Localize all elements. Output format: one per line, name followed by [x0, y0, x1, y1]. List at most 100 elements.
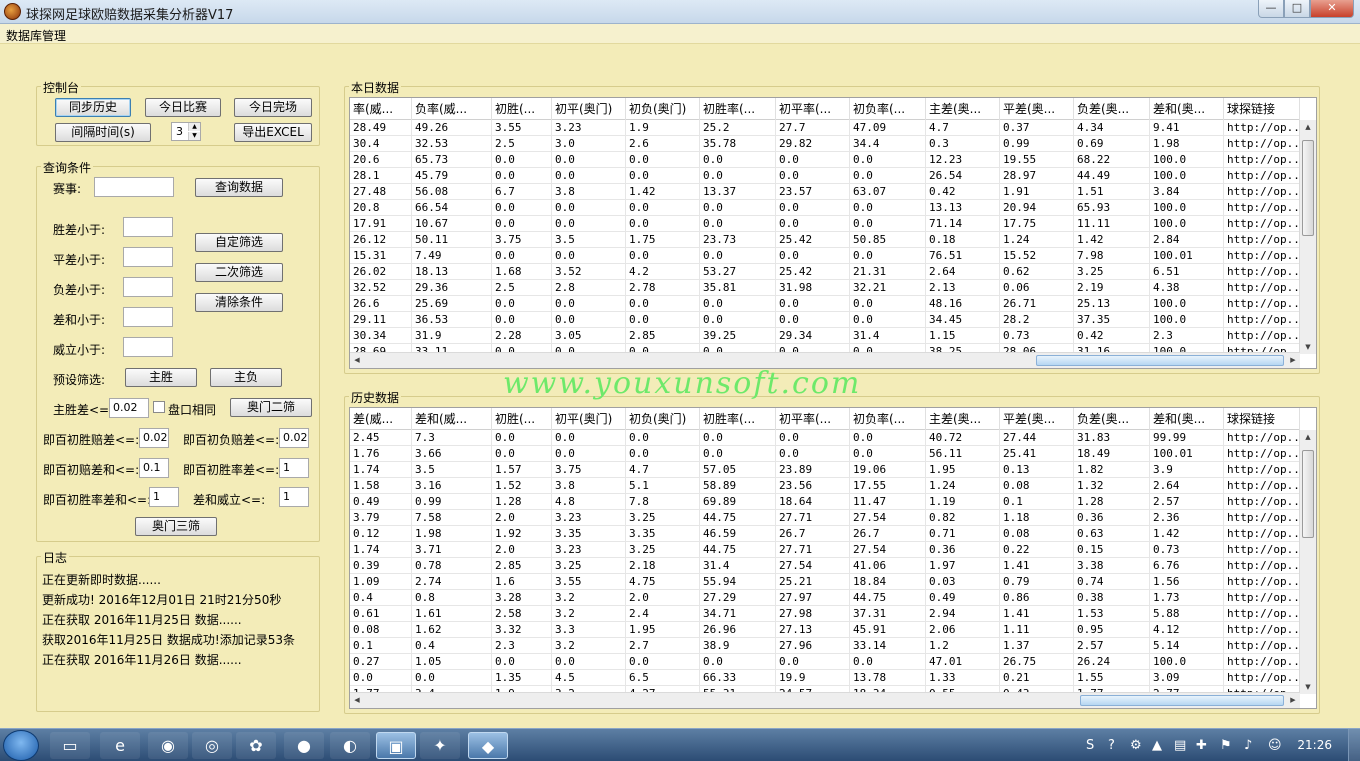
column-header[interactable]: 球探链接 [1224, 408, 1300, 430]
sync-history-button[interactable]: 同步历史 [55, 98, 131, 117]
image-viewer-icon[interactable]: ▣ [376, 732, 416, 759]
today-data-grid[interactable]: 率(威... 负率(威... 初胜(... 初平(奥门) 初负(奥门) 初胜率(... 初平… [349, 97, 1317, 369]
preset-home-loss-button[interactable]: 主负 [210, 368, 282, 387]
table-row[interactable]: 17.91 10.67 0.0 0.0 0.0 0.0 0.0 0.0 71.14 17.75 11… [350, 216, 1300, 232]
scroll-left-icon[interactable]: ◀ [350, 693, 364, 708]
column-header[interactable]: 差和(威... [412, 408, 492, 430]
interval-button[interactable]: 间隔时间(s) [55, 123, 151, 142]
volume-icon[interactable]: ♪ [1244, 738, 1252, 753]
table-row[interactable]: 30.4 32.53 2.5 3.0 2.6 35.78 29.82 34.4 0.3 0.99 0… [350, 136, 1300, 152]
table-row[interactable]: 30.34 31.9 2.28 3.05 2.85 39.25 29.34 31.4 1.15 0… [350, 328, 1300, 344]
scroll-right-icon[interactable]: ▶ [1286, 353, 1300, 368]
query-data-button[interactable]: 查询数据 [195, 178, 283, 197]
table-row[interactable]: 1.76 3.66 0.0 0.0 0.0 0.0 0.0 0.0 56.11 25.41 18.4… [350, 446, 1300, 462]
table-row[interactable]: 26.12 50.11 3.75 3.5 1.75 23.73 25.42 50.85 0.18… [350, 232, 1300, 248]
column-header[interactable]: 差和(奥... [1150, 408, 1224, 430]
tray-expand-icon[interactable]: ▲ [1152, 738, 1162, 753]
ie-icon[interactable]: e [100, 732, 140, 759]
history-data-grid[interactable]: 差(威... 差和(威... 初胜(... 初平(奥门) 初负(奥门) 初胜率(... 初平… [349, 407, 1317, 709]
table-row[interactable]: 15.31 7.49 0.0 0.0 0.0 0.0 0.0 0.0 76.51 15.52 7.9… [350, 248, 1300, 264]
custom-filter-button[interactable]: 自定筛选 [195, 233, 283, 252]
help-icon[interactable]: ? [1108, 738, 1115, 753]
interval-spinner[interactable]: 3 ▲ ▼ [171, 122, 201, 141]
vertical-scrollbar[interactable]: ▲ ▼ [1299, 430, 1316, 694]
column-header[interactable]: 主差(奥... [926, 98, 1000, 120]
table-row[interactable]: 32.52 29.36 2.5 2.8 2.78 35.81 31.98 32.21 2.13 0… [350, 280, 1300, 296]
scroll-thumb[interactable] [1036, 355, 1284, 366]
clear-filter-button[interactable]: 清除条件 [195, 293, 283, 312]
sogou-icon[interactable]: S [1086, 738, 1094, 753]
column-header[interactable]: 差(威... [350, 408, 412, 430]
column-header[interactable]: 初胜率(... [700, 408, 776, 430]
column-header[interactable]: 初平率(... [776, 98, 850, 120]
scroll-down-icon[interactable]: ▼ [1300, 340, 1316, 354]
column-header[interactable]: 初平率(... [776, 408, 850, 430]
scroll-thumb[interactable] [1080, 695, 1284, 706]
scroll-thumb[interactable] [1302, 140, 1314, 236]
spinner-down-icon[interactable]: ▼ [188, 132, 200, 140]
green-app-icon[interactable]: ✦ [420, 732, 460, 759]
home-win-diff-input[interactable]: 0.02 [109, 398, 149, 418]
column-header[interactable]: 初平(奥门) [552, 408, 626, 430]
same-handicap-checkbox[interactable] [153, 401, 165, 413]
column-header[interactable]: 初胜(... [492, 408, 552, 430]
loss-diff-input[interactable] [123, 277, 173, 297]
table-row[interactable]: 0.12 1.98 1.92 3.35 3.35 46.59 26.7 26.7 0.71 0.0… [350, 526, 1300, 542]
draw-diff-input[interactable] [123, 247, 173, 267]
today-matches-button[interactable]: 今日比赛 [145, 98, 221, 117]
sum-diff-input[interactable] [123, 307, 173, 327]
qq-icon[interactable]: ☺ [1268, 738, 1282, 753]
table-row[interactable]: 20.8 66.54 0.0 0.0 0.0 0.0 0.0 0.0 13.13 20.94 65.… [350, 200, 1300, 216]
maximize-button[interactable]: □ [1284, 0, 1310, 18]
scroll-up-icon[interactable]: ▲ [1300, 430, 1316, 444]
export-excel-button[interactable]: 导出EXCEL [234, 123, 312, 142]
table-row[interactable]: 0.08 1.62 3.32 3.3 1.95 26.96 27.13 45.91 2.06 1.… [350, 622, 1300, 638]
table-row[interactable]: 1.74 3.5 1.57 3.75 4.7 57.05 23.89 19.06 1.95 0.1… [350, 462, 1300, 478]
pinwheel-icon[interactable]: ✿ [236, 732, 276, 759]
column-header[interactable]: 主差(奥... [926, 408, 1000, 430]
column-header[interactable]: 平差(奥... [1000, 98, 1074, 120]
column-header[interactable]: 负差(奥... [1074, 408, 1150, 430]
scroll-down-icon[interactable]: ▼ [1300, 680, 1316, 694]
win-diff-input[interactable] [123, 217, 173, 237]
column-header[interactable]: 差和(奥... [1150, 98, 1224, 120]
table-row[interactable]: 2.45 7.3 0.0 0.0 0.0 0.0 0.0 0.0 40.72 27.44 31.83… [350, 430, 1300, 446]
scroll-up-icon[interactable]: ▲ [1300, 120, 1316, 134]
second-filter-button[interactable]: 二次筛选 [195, 263, 283, 282]
browser-icon[interactable]: ◎ [192, 732, 232, 759]
table-row[interactable]: 1.09 2.74 1.6 3.55 4.75 55.94 25.21 18.84 0.03 0.… [350, 574, 1300, 590]
horizontal-scrollbar[interactable]: ◀ ▶ [350, 692, 1300, 708]
table-row[interactable]: 26.02 18.13 1.68 3.52 4.2 53.27 25.42 21.31 2.64… [350, 264, 1300, 280]
explorer-icon[interactable]: ▭ [50, 732, 90, 759]
menu-database[interactable]: 数据库管理 [6, 27, 66, 44]
league-input[interactable] [94, 177, 174, 197]
scroll-thumb[interactable] [1302, 450, 1314, 538]
table-row[interactable]: 0.61 1.61 2.58 3.2 2.4 34.71 27.98 37.31 2.94 1.4… [350, 606, 1300, 622]
table-row[interactable]: 1.58 3.16 1.52 3.8 5.1 58.89 23.56 17.55 1.24 0.0… [350, 478, 1300, 494]
init-odds-sum-input[interactable]: 0.1 [139, 458, 169, 478]
column-header[interactable]: 初胜(... [492, 98, 552, 120]
table-row[interactable]: 3.79 7.58 2.0 3.23 3.25 44.75 27.71 27.54 0.82 1.… [350, 510, 1300, 526]
table-row[interactable]: 0.27 1.05 0.0 0.0 0.0 0.0 0.0 0.0 47.01 26.75 26.2… [350, 654, 1300, 670]
column-header[interactable]: 初平(奥门) [552, 98, 626, 120]
analyzer-app-icon[interactable]: ◆ [468, 732, 508, 759]
sum-wl-input[interactable]: 1 [279, 487, 309, 507]
table-row[interactable]: 27.48 56.08 6.7 3.8 1.42 13.37 23.57 63.07 0.42 1… [350, 184, 1300, 200]
table-row[interactable]: 0.49 0.99 1.28 4.8 7.8 69.89 18.64 11.47 1.19 0.1… [350, 494, 1300, 510]
show-desktop-button[interactable] [1348, 729, 1360, 761]
today-finished-button[interactable]: 今日完场 [234, 98, 312, 117]
column-header[interactable]: 初胜率(... [700, 98, 776, 120]
init-rate-sum-input[interactable]: 1 [149, 487, 179, 507]
firefox-icon[interactable]: ● [284, 732, 324, 759]
macau-second-filter-button[interactable]: 奥门二筛 [230, 398, 312, 417]
column-header[interactable]: 初负(奥门) [626, 408, 700, 430]
settings-icon[interactable]: ⚙ [1130, 738, 1142, 753]
column-header[interactable]: 初负(奥门) [626, 98, 700, 120]
table-row[interactable]: 1.74 3.71 2.0 3.23 3.25 44.75 27.71 27.54 0.36 0.… [350, 542, 1300, 558]
column-header[interactable]: 初负率(... [850, 98, 926, 120]
table-row[interactable]: 28.1 45.79 0.0 0.0 0.0 0.0 0.0 0.0 26.54 28.97 44.… [350, 168, 1300, 184]
preset-home-win-button[interactable]: 主胜 [125, 368, 197, 387]
security-icon[interactable]: ✚ [1196, 738, 1207, 753]
close-button[interactable]: ✕ [1310, 0, 1354, 18]
macau-third-filter-button[interactable]: 奥门三筛 [135, 517, 217, 536]
